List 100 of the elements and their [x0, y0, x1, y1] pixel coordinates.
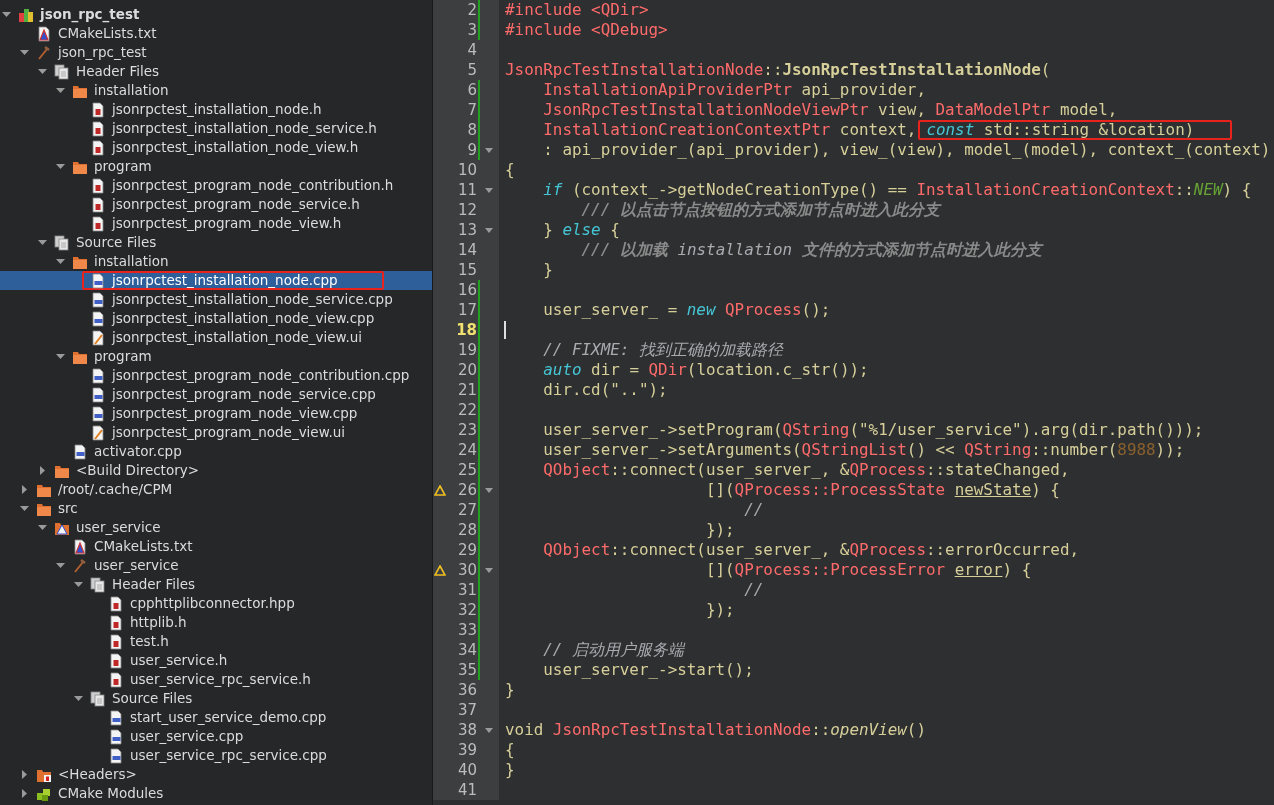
tree-item[interactable]: Header Files — [0, 62, 432, 81]
line-number: 39 — [456, 739, 477, 761]
expanded-arrow-icon[interactable] — [56, 162, 65, 171]
tree-item[interactable]: test.h — [0, 632, 432, 651]
tree-item[interactable]: jsonrpctest_program_node_contribution.h — [0, 176, 432, 195]
fold-arrow-icon[interactable] — [484, 147, 493, 153]
line-number: 37 — [456, 699, 477, 721]
tree-item[interactable]: jsonrpctest_installation_node.cpp — [0, 271, 432, 290]
line-number: 31 — [456, 579, 477, 601]
line-number: 12 — [456, 199, 477, 221]
tree-item[interactable]: cpphttplibconnector.hpp — [0, 594, 432, 613]
line-number: 3 — [466, 19, 477, 41]
tree-item[interactable]: Header Files — [0, 575, 432, 594]
tree-item[interactable]: jsonrpctest_installation_node_view.h — [0, 138, 432, 157]
tree-item[interactable]: Source Files — [0, 689, 432, 708]
tree-item[interactable]: Source Files — [0, 233, 432, 252]
tree-item[interactable]: jsonrpctest_program_node_service.cpp — [0, 385, 432, 404]
tree-item[interactable]: jsonrpctest_program_node_view.cpp — [0, 404, 432, 423]
tree-item[interactable]: jsonrpctest_installation_node_view.cpp — [0, 309, 432, 328]
expanded-arrow-icon[interactable] — [38, 238, 47, 247]
expanded-arrow-icon[interactable] — [20, 48, 29, 57]
expanded-arrow-icon[interactable] — [20, 504, 29, 513]
tree-item[interactable]: start_user_service_demo.cpp — [0, 708, 432, 727]
tree-item[interactable]: user_service.cpp — [0, 727, 432, 746]
expanded-arrow-icon[interactable] — [38, 67, 47, 76]
expanded-arrow-icon[interactable] — [56, 352, 65, 361]
code-line: auto dir = QDir(location.c_str()); — [542, 360, 869, 380]
line-number: 19 — [456, 339, 477, 361]
source-file-icon — [90, 367, 106, 384]
line-number: 17 — [456, 299, 477, 321]
tree-item[interactable]: json_rpc_test — [0, 43, 432, 62]
tree-item[interactable]: installation — [0, 81, 432, 100]
header-file-icon — [90, 120, 106, 137]
line-number: 13 — [456, 219, 477, 241]
form-file-icon — [90, 424, 106, 441]
fold-arrow-icon[interactable] — [484, 727, 493, 733]
file-group-icon — [54, 63, 70, 80]
tree-item[interactable]: installation — [0, 252, 432, 271]
expanded-arrow-icon[interactable] — [56, 561, 65, 570]
tree-item[interactable]: user_service.h — [0, 651, 432, 670]
fold-arrow-icon[interactable] — [484, 567, 493, 573]
tree-item[interactable]: program — [0, 157, 432, 176]
tree-item[interactable]: CMakeLists.txt — [0, 537, 432, 556]
tree-item[interactable]: CMakeLists.txt — [0, 24, 432, 43]
source-file-icon — [90, 272, 106, 289]
expanded-arrow-icon[interactable] — [38, 523, 47, 532]
header-file-icon — [90, 196, 106, 213]
line-number: 24 — [456, 439, 477, 461]
tree-item[interactable]: user_service_rpc_service.cpp — [0, 746, 432, 765]
source-file-icon — [108, 709, 124, 726]
tree-item[interactable]: <Build Directory> — [0, 461, 432, 480]
line-number: 22 — [456, 399, 477, 421]
line-number: 16 — [456, 279, 477, 301]
expanded-arrow-icon[interactable] — [56, 257, 65, 266]
code-line: { — [505, 740, 515, 760]
collapsed-arrow-icon[interactable] — [38, 466, 47, 475]
code-line: /// 以加载 installation 文件的方式添加节点时进入此分支 — [580, 240, 1042, 260]
tree-item[interactable]: json_rpc_test — [0, 5, 432, 24]
tree-item[interactable]: jsonrpctest_installation_node_service.h — [0, 119, 432, 138]
tree-item[interactable]: jsonrpctest_installation_node.h — [0, 100, 432, 119]
fold-arrow-icon[interactable] — [484, 187, 493, 193]
expanded-arrow-icon[interactable] — [74, 580, 83, 589]
code-line: user_server_ = new QProcess(); — [542, 300, 831, 320]
tree-item[interactable]: user_service_rpc_service.h — [0, 670, 432, 689]
tree-item[interactable]: jsonrpctest_installation_node_service.cpp — [0, 290, 432, 309]
source-file-icon — [108, 747, 124, 764]
tree-item[interactable]: jsonrpctest_program_node_view.h — [0, 214, 432, 233]
tree-item[interactable]: httplib.h — [0, 613, 432, 632]
header-file-icon — [108, 614, 124, 631]
line-number: 41 — [456, 779, 477, 801]
fold-arrow-icon[interactable] — [484, 227, 493, 233]
tree-item[interactable]: jsonrpctest_installation_node_view.ui — [0, 328, 432, 347]
tree-item[interactable]: user_service — [0, 556, 432, 575]
code-line: #include <QDebug> — [505, 20, 668, 40]
expanded-arrow-icon[interactable] — [56, 86, 65, 95]
tree-item[interactable]: /root/.cache/CPM — [0, 480, 432, 499]
file-group-icon — [54, 234, 70, 251]
line-number: 8 — [466, 119, 477, 141]
tree-item[interactable]: <Headers> — [0, 765, 432, 784]
collapsed-arrow-icon[interactable] — [20, 770, 29, 779]
line-number: 34 — [456, 639, 477, 661]
line-number: 30 — [456, 559, 477, 581]
tree-item[interactable]: jsonrpctest_program_node_service.h — [0, 195, 432, 214]
tree-item[interactable]: activator.cpp — [0, 442, 432, 461]
expanded-arrow-icon[interactable] — [74, 694, 83, 703]
tree-item[interactable]: CMake Modules — [0, 784, 432, 803]
header-file-icon — [90, 101, 106, 118]
code-line: JsonRpcTestInstallationNodeViewPtr view, DataModelPtr model, — [542, 100, 1118, 120]
tree-item[interactable]: jsonrpctest_program_node_view.ui — [0, 423, 432, 442]
code-line: if (context_->getNodeCreationType() == InstallationCreationContext::NEW) { — [542, 180, 1252, 200]
tree-item[interactable]: program — [0, 347, 432, 366]
collapsed-arrow-icon[interactable] — [20, 485, 29, 494]
fold-arrow-icon[interactable] — [484, 487, 493, 493]
tree-item[interactable]: user_service — [0, 518, 432, 537]
tree-item[interactable]: jsonrpctest_program_node_contribution.cpp — [0, 366, 432, 385]
code-line: [](QProcess::ProcessState newState) { — [704, 480, 1060, 500]
tree-item[interactable]: src — [0, 499, 432, 518]
expanded-arrow-icon[interactable] — [2, 10, 11, 19]
collapsed-arrow-icon[interactable] — [20, 789, 29, 798]
code-line: // FIXME: 找到正确的加载路径 — [542, 340, 783, 360]
